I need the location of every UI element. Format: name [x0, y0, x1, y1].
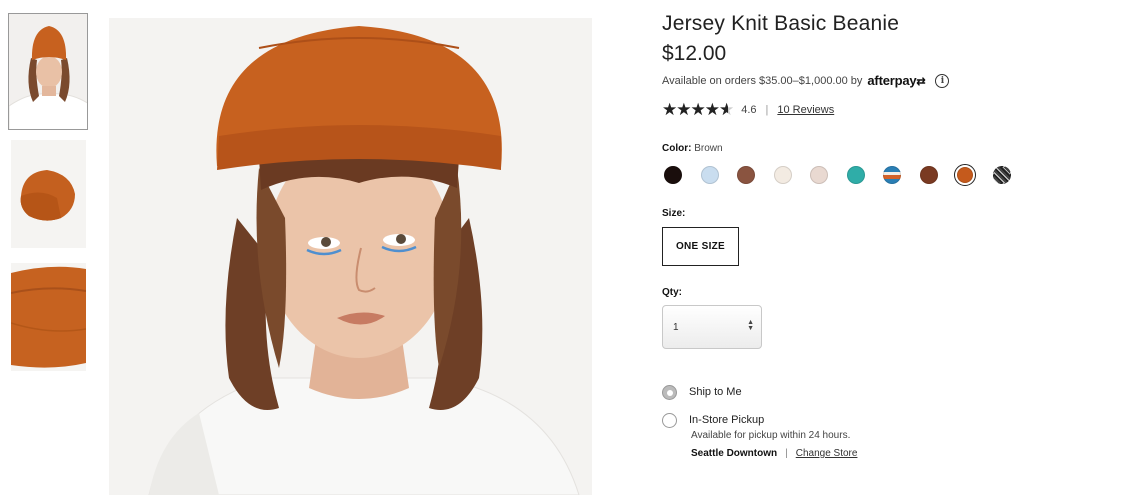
- color-swatch-dot: [846, 166, 865, 184]
- store-name: Seattle Downtown: [691, 448, 778, 459]
- ship-to-me-radio[interactable]: [662, 385, 677, 400]
- thumbnail-beanie-flat[interactable]: [11, 140, 86, 248]
- rating-score: 4.6: [741, 103, 757, 116]
- ship-to-me-label: Ship to Me: [689, 386, 742, 398]
- color-swatch-brown[interactable]: [954, 164, 976, 186]
- color-swatch-dot: [737, 166, 755, 184]
- selected-color-name: Brown: [694, 143, 723, 154]
- in-store-pickup-label: In-Store Pickup: [689, 414, 765, 426]
- color-swatch-dot: [957, 167, 973, 183]
- ship-to-me-option[interactable]: Ship to Me: [662, 385, 742, 400]
- reviews-link[interactable]: 10 Reviews: [777, 104, 834, 116]
- model-wearing-beanie-photo: [109, 18, 592, 495]
- color-swatch-black-white-marled[interactable]: [991, 164, 1013, 186]
- rating-separator: |: [765, 103, 769, 116]
- color-swatch-brown-heather[interactable]: [735, 164, 757, 186]
- main-product-image[interactable]: [109, 18, 592, 495]
- pickup-availability-note: Available for pickup within 24 hours.: [691, 430, 851, 441]
- thumbnail-beanie-detail[interactable]: [11, 263, 86, 371]
- size-option-one-size[interactable]: ONE SIZE: [662, 227, 739, 266]
- color-swatch-blush[interactable]: [808, 164, 830, 186]
- product-price: $12.00: [662, 42, 727, 65]
- star-rating-icon: ★★★★★ ★★★★★: [662, 100, 734, 119]
- color-swatch-dot: [919, 166, 938, 184]
- select-arrows-icon: ▲ ▼: [747, 319, 754, 332]
- afterpay-mark-icon: ⇄: [916, 76, 926, 88]
- thumbnail-beanie-flat-image: [11, 140, 86, 248]
- store-selection: Seattle Downtown | Change Store: [691, 448, 857, 459]
- color-swatch-dot: [810, 166, 828, 184]
- color-swatch-dot: [700, 166, 719, 184]
- color-label: Color: Brown: [662, 143, 723, 154]
- qty-select[interactable]: 1 ▲ ▼: [662, 305, 762, 349]
- product-rating: ★★★★★ ★★★★★ 4.6 | 10 Reviews: [662, 101, 834, 118]
- color-swatch-dot: [773, 166, 792, 184]
- in-store-pickup-radio[interactable]: [662, 413, 677, 428]
- color-swatch-dot: [883, 166, 901, 184]
- color-swatch-teal[interactable]: [845, 164, 867, 186]
- thumbnail-model-front-image: [9, 14, 87, 129]
- color-swatch-dot: [992, 166, 1011, 184]
- color-swatch-rust-brown[interactable]: [918, 164, 940, 186]
- color-swatch-light-blue[interactable]: [699, 164, 721, 186]
- color-swatch-cream[interactable]: [772, 164, 794, 186]
- color-swatch-multi-stripe[interactable]: [881, 164, 903, 186]
- change-store-link[interactable]: Change Store: [796, 448, 858, 459]
- qty-label: Qty:: [662, 287, 682, 298]
- afterpay-logo: afterpay⇄: [867, 73, 926, 88]
- qty-value: 1: [673, 322, 679, 333]
- store-separator: |: [785, 448, 788, 459]
- product-title: Jersey Knit Basic Beanie: [662, 12, 900, 35]
- color-swatch-black[interactable]: [662, 164, 684, 186]
- color-swatch-dot: [664, 166, 682, 184]
- in-store-pickup-option[interactable]: In-Store Pickup: [662, 413, 764, 428]
- afterpay-notice: Available on orders $35.00–$1,000.00 by …: [662, 73, 950, 88]
- size-label: Size:: [662, 208, 686, 219]
- info-icon[interactable]: i: [935, 73, 950, 88]
- color-swatch-list: [662, 164, 1022, 186]
- afterpay-text: Available on orders $35.00–$1,000.00 by: [662, 74, 863, 87]
- thumbnail-model-front[interactable]: [8, 13, 88, 130]
- thumbnail-beanie-detail-image: [11, 263, 86, 371]
